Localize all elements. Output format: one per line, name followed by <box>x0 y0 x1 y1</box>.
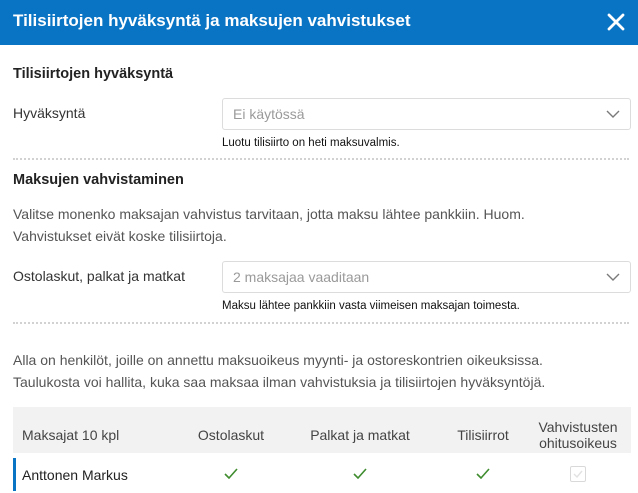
close-icon <box>607 13 625 31</box>
info-line: Alla on henkilöt, joille on annettu maks… <box>13 352 543 368</box>
dialog-title: Tilisiirtojen hyväksyntä ja maksujen vah… <box>13 11 411 30</box>
info-line: Taulukosta voi hallita, kuka saa maksaa … <box>13 374 546 390</box>
override-header-line: Vahvistusten <box>538 419 618 435</box>
checkmark-icon[interactable] <box>353 468 367 479</box>
description-line: Valitse monenko maksajan vahvistus tarvi… <box>13 206 525 222</box>
checkmark-icon[interactable] <box>476 468 490 479</box>
column-header-payers: Maksajat 10 kpl <box>22 427 120 443</box>
chevron-down-icon <box>606 110 620 118</box>
confirmation-select[interactable]: 2 maksajaa vaaditaan <box>222 261 631 293</box>
transfer-approval-section-title: Tilisiirtojen hyväksyntä <box>13 66 174 82</box>
description-line: Vahvistukset eivät koske tilisiirtoja. <box>13 228 227 244</box>
override-header-line: ohitusoikeus <box>539 435 617 451</box>
confirmation-hint: Maksu lähtee pankkiin vasta viimeisen ma… <box>222 300 520 312</box>
section-divider <box>13 322 629 324</box>
payment-confirmation-section-title: Maksujen vahvistaminen <box>13 172 184 188</box>
payment-confirmation-description: Valitse monenko maksajan vahvistus tarvi… <box>13 203 623 247</box>
table-row: Anttonen Markus <box>13 456 631 493</box>
payer-name: Anttonen Markus <box>22 467 128 483</box>
column-header-transfers: Tilisiirrot <box>457 427 509 443</box>
column-header-override: Vahvistusten ohitusoikeus <box>524 419 632 451</box>
confirmation-select-value: 2 maksajaa vaaditaan <box>233 269 370 285</box>
payers-table-header: Maksajat 10 kpl Ostolaskut Palkat ja mat… <box>13 407 631 453</box>
approval-hint: Luotu tilisiirto on heti maksuvalmis. <box>222 137 400 149</box>
chevron-down-icon <box>606 273 620 281</box>
approval-select[interactable]: Ei käytössä <box>222 98 631 130</box>
close-button[interactable] <box>604 10 628 34</box>
column-header-salaries-travel: Palkat ja matkat <box>310 427 410 443</box>
row-selection-marker <box>13 458 16 491</box>
payers-info-text: Alla on henkilöt, joille on annettu maks… <box>13 349 623 393</box>
checkmark-icon[interactable] <box>224 468 238 479</box>
checkbox-icon <box>573 470 583 479</box>
override-checkbox[interactable] <box>570 466 586 482</box>
dialog-header: Tilisiirtojen hyväksyntä ja maksujen vah… <box>0 0 638 45</box>
approval-select-value: Ei käytössä <box>233 106 305 122</box>
approval-field-label: Hyväksyntä <box>13 105 86 121</box>
column-header-purchase-invoices: Ostolaskut <box>197 427 265 443</box>
confirmation-field-label: Ostolaskut, palkat ja matkat <box>13 268 185 284</box>
section-divider <box>13 158 629 160</box>
